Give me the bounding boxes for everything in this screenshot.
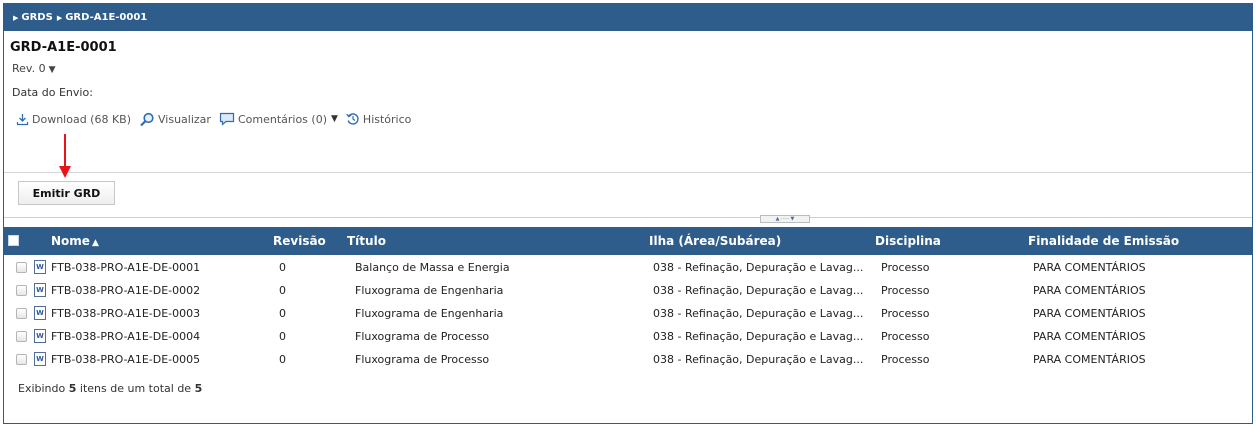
purpose-cell: PARA COMENTÁRIOS — [1033, 330, 1146, 343]
title-cell: Fluxograma de Engenharia — [355, 307, 504, 320]
divider — [4, 172, 1252, 173]
breadcrumb-arrow-icon: ▶ — [13, 13, 19, 22]
purpose-cell: PARA COMENTÁRIOS — [1033, 353, 1146, 366]
table-row[interactable]: W FTB-038-PRO-A1E-DE-0004 0 Fluxograma d… — [4, 325, 1252, 348]
column-header-purpose[interactable]: Finalidade de Emissão — [1028, 227, 1179, 255]
summary-prefix: Exibindo — [18, 382, 66, 395]
sort-ascending-icon: ▲ — [91, 238, 99, 248]
discipline-cell: Processo — [881, 261, 930, 274]
panel-splitter — [4, 217, 1252, 218]
row-checkbox[interactable] — [16, 308, 27, 319]
emit-grd-button[interactable]: Emitir GRD — [18, 181, 115, 205]
document-actions: Download (68 KB) Visualizar Comentários … — [16, 110, 419, 128]
title-cell: Fluxograma de Processo — [355, 353, 490, 366]
word-document-icon: W — [34, 329, 46, 343]
grd-panel: ▶ GRDS ▶ GRD-A1E-0001 GRD-A1E-0001 Rev. … — [3, 3, 1253, 424]
view-label: Visualizar — [158, 112, 211, 126]
send-date-label: Data do Envio: — [12, 86, 93, 99]
summary-shown-count: 5 — [68, 382, 77, 395]
area-cell: 038 - Refinação, Depuração e Lavag... — [653, 307, 864, 320]
table-header: Nome ▲ Revisão Título Ilha (Área/Subárea)… — [4, 227, 1252, 255]
discipline-cell: Processo — [881, 330, 930, 343]
row-checkbox[interactable] — [16, 262, 27, 273]
area-cell: 038 - Refinação, Depuração e Lavag... — [653, 353, 864, 366]
row-checkbox[interactable] — [16, 331, 27, 342]
breadcrumb-arrow-icon: ▶ — [56, 13, 63, 22]
document-name-link[interactable]: FTB-038-PRO-A1E-DE-0004 — [51, 325, 200, 348]
breadcrumb: ▶ GRDS ▶ GRD-A1E-0001 — [4, 4, 1252, 31]
table-row[interactable]: W FTB-038-PRO-A1E-DE-0005 0 Fluxograma d… — [4, 348, 1252, 371]
revision-cell: 0 — [279, 261, 286, 274]
row-checkbox[interactable] — [16, 354, 27, 365]
word-document-icon: W — [34, 260, 46, 274]
purpose-cell: PARA COMENTÁRIOS — [1033, 261, 1146, 274]
document-name-link[interactable]: FTB-038-PRO-A1E-DE-0005 — [51, 348, 200, 371]
row-checkbox[interactable] — [16, 285, 27, 296]
view-link[interactable]: Visualizar — [139, 112, 211, 127]
word-document-icon: W — [34, 306, 46, 320]
chevron-down-icon: ▼ — [48, 65, 56, 75]
comments-label: Comentários (0) — [237, 112, 327, 126]
column-header-title[interactable]: Título — [347, 227, 386, 255]
magnifier-icon — [140, 112, 154, 126]
comments-link[interactable]: Comentários (0) ▼ — [219, 112, 338, 126]
purpose-cell: PARA COMENTÁRIOS — [1033, 307, 1146, 320]
table-row[interactable]: W FTB-038-PRO-A1E-DE-0003 0 Fluxograma d… — [4, 302, 1252, 325]
document-name-link[interactable]: FTB-038-PRO-A1E-DE-0003 — [51, 302, 200, 325]
red-arrow-annotation — [59, 134, 71, 178]
summary-total-count: 5 — [194, 382, 203, 395]
column-header-name[interactable]: Nome ▲ — [51, 227, 99, 255]
breadcrumb-item-grds[interactable]: GRDS — [21, 12, 52, 23]
title-cell: Fluxograma de Engenharia — [355, 284, 504, 297]
comment-icon — [219, 112, 235, 126]
discipline-cell: Processo — [881, 307, 930, 320]
revision-cell: 0 — [279, 353, 286, 366]
area-cell: 038 - Refinação, Depuração e Lavag... — [653, 284, 864, 297]
revision-dropdown[interactable]: Rev. 0 ▼ — [12, 62, 56, 75]
history-label: Histórico — [362, 112, 412, 126]
discipline-cell: Processo — [881, 284, 930, 297]
area-cell: 038 - Refinação, Depuração e Lavag... — [653, 261, 864, 274]
column-header-revision[interactable]: Revisão — [273, 227, 326, 255]
title-cell: Balanço de Massa e Energia — [355, 261, 510, 274]
splitter-handle[interactable]: ▲ ····· ▼ — [760, 215, 810, 223]
page-title: GRD-A1E-0001 — [10, 40, 117, 55]
title-cell: Fluxograma de Processo — [355, 330, 490, 343]
area-cell: 038 - Refinação, Depuração e Lavag... — [653, 330, 864, 343]
column-header-area[interactable]: Ilha (Área/Subárea) — [649, 227, 781, 255]
word-document-icon: W — [34, 352, 46, 366]
history-icon — [346, 113, 359, 125]
select-all-checkbox[interactable] — [8, 235, 19, 246]
document-name-link[interactable]: FTB-038-PRO-A1E-DE-0002 — [51, 279, 200, 302]
summary-middle: itens de um total de — [79, 382, 192, 395]
word-document-icon: W — [34, 283, 46, 297]
revision-cell: 0 — [279, 307, 286, 320]
column-header-discipline[interactable]: Disciplina — [875, 227, 941, 255]
purpose-cell: PARA COMENTÁRIOS — [1033, 284, 1146, 297]
download-label: Download (68 KB) — [32, 112, 132, 126]
revision-cell: 0 — [279, 284, 286, 297]
discipline-cell: Processo — [881, 353, 930, 366]
table-row[interactable]: W FTB-038-PRO-A1E-DE-0002 0 Fluxograma d… — [4, 279, 1252, 302]
document-name-link[interactable]: FTB-038-PRO-A1E-DE-0001 — [51, 256, 200, 279]
chevron-down-icon[interactable]: ▼ — [331, 114, 338, 124]
column-header-name-label: Nome — [51, 234, 90, 248]
download-link[interactable]: Download (68 KB) — [16, 113, 131, 126]
table-row[interactable]: W FTB-038-PRO-A1E-DE-0001 0 Balanço de M… — [4, 256, 1252, 279]
breadcrumb-item-current[interactable]: GRD-A1E-0001 — [65, 12, 147, 23]
download-icon — [16, 113, 29, 125]
revision-label: Rev. 0 — [12, 62, 46, 75]
pagination-summary: Exibindo 5 itens de um total de 5 — [18, 382, 202, 395]
history-link[interactable]: Histórico — [346, 112, 411, 126]
revision-cell: 0 — [279, 330, 286, 343]
